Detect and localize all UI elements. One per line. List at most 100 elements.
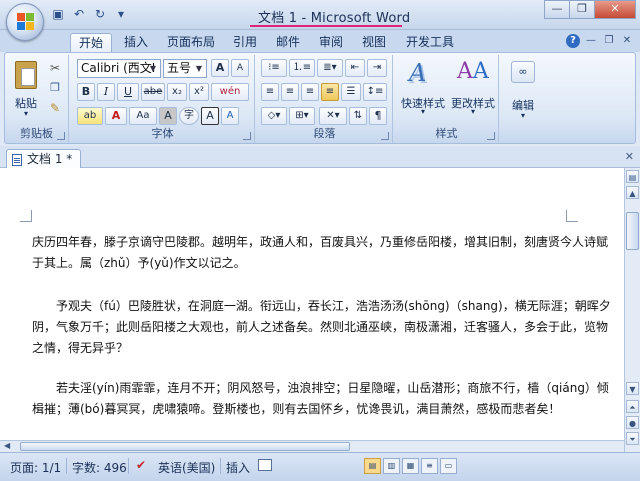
font-color-button[interactable]: A xyxy=(105,107,127,125)
scroll-up-icon[interactable]: ▲ xyxy=(626,186,639,199)
paragraph-launcher-icon[interactable] xyxy=(381,132,389,140)
minimize-button[interactable]: — xyxy=(544,0,570,19)
restore-button[interactable]: ❐ xyxy=(569,0,595,19)
underline-button[interactable]: U xyxy=(117,83,139,101)
full-screen-reading-view-icon[interactable]: ▥ xyxy=(383,458,400,474)
line-spacing-button[interactable]: ↕≡ xyxy=(363,83,387,101)
document-tab[interactable]: 文档 1 * xyxy=(6,149,82,168)
outline-view-icon[interactable]: ≡ xyxy=(421,458,438,474)
customize-icon[interactable]: ▾ xyxy=(113,6,129,22)
increase-indent-button[interactable]: ⇥ xyxy=(367,59,387,77)
tab-review[interactable]: 审阅 xyxy=(319,33,343,52)
align-center-button[interactable]: ≡ xyxy=(281,83,299,101)
paragraph-2[interactable]: 予观夫（fú）巴陵胜状，在洞庭一湖。衔远山，吞长江，浩浩汤汤(shōng)（sh… xyxy=(32,296,612,359)
insert-mode-indicator[interactable]: 插入 xyxy=(226,459,250,476)
tab-view[interactable]: 视图 xyxy=(362,33,386,52)
next-page-icon[interactable]: ⏷ xyxy=(626,432,639,445)
save-icon[interactable]: ▣ xyxy=(50,6,66,22)
tab-insert[interactable]: 插入 xyxy=(124,33,148,52)
styles-launcher-icon[interactable] xyxy=(487,132,495,140)
align-right-button[interactable]: ≡ xyxy=(301,83,319,101)
paragraph-1[interactable]: 庆历四年春，滕子京谪守巴陵郡。越明年，政通人和，百废具兴，乃重修岳阳楼，增其旧制… xyxy=(32,232,612,274)
quick-styles-button[interactable]: A 快速样式 ▾ xyxy=(399,57,447,119)
grow-font-button[interactable]: A xyxy=(211,59,229,77)
web-layout-view-icon[interactable]: ▦ xyxy=(402,458,419,474)
previous-page-icon[interactable]: ⏶ xyxy=(626,400,639,413)
tab-references[interactable]: 引用 xyxy=(233,33,257,52)
proofing-icon[interactable]: ✔ xyxy=(136,458,152,474)
ribbon-restore-icon[interactable]: ❐ xyxy=(602,34,616,48)
group-editing[interactable]: ∞ 编辑 ▾ xyxy=(501,55,545,143)
paragraph-3[interactable]: 若夫淫(yín)雨霏霏，连月不开；阴风怒号，浊浪排空；日星隐曜，山岳潜形；商旅不… xyxy=(32,378,612,420)
change-styles-button[interactable]: AA 更改样式 ▾ xyxy=(449,57,497,119)
close-button[interactable]: ✕ xyxy=(594,0,636,19)
group-clipboard: 粘贴 ▾ ✂ ❐ ✎ 剪贴板 xyxy=(5,55,69,143)
window-title: 文档 1 - Microsoft Word xyxy=(258,11,411,26)
page-count[interactable]: 页面: 1/1 xyxy=(10,459,61,476)
phonetic-guide-button[interactable]: wén xyxy=(211,83,249,101)
bold-button[interactable]: B xyxy=(77,83,95,101)
strikethrough-button[interactable]: abe xyxy=(141,83,165,101)
decrease-indent-button[interactable]: ⇤ xyxy=(345,59,365,77)
document-tab-strip: 文档 1 * ✕ xyxy=(0,146,640,168)
vertical-scrollbar[interactable]: ▤ ▲ ▼ ⏶ ● ⏷ xyxy=(624,168,640,452)
browse-object-icon[interactable]: ● xyxy=(626,416,639,429)
borders-button[interactable]: ⊞▾ xyxy=(289,107,315,125)
distributed-button[interactable]: ☰ xyxy=(341,83,361,101)
change-styles-icon: AA xyxy=(457,59,489,84)
ribbon-minimize-icon[interactable]: — xyxy=(584,34,598,48)
vertical-scroll-thumb[interactable] xyxy=(626,212,639,250)
show-marks-button[interactable]: ¶ xyxy=(369,107,387,125)
window-controls: — ❐ ✕ xyxy=(544,0,636,19)
horizontal-scroll-thumb[interactable] xyxy=(20,442,350,451)
document-page[interactable]: 庆历四年春，滕子京谪守巴陵郡。越明年，政通人和，百废具兴，乃重修岳阳楼，增其旧制… xyxy=(0,168,624,440)
office-button[interactable] xyxy=(6,3,44,41)
scroll-down-icon[interactable]: ▼ xyxy=(626,382,639,395)
numbering-button[interactable]: ⒈≡ xyxy=(289,59,315,77)
language-indicator[interactable]: 英语(美国) xyxy=(158,459,215,476)
bullets-button[interactable]: ⁝≡ xyxy=(261,59,287,77)
shading-button[interactable]: ◇▾ xyxy=(261,107,287,125)
font-size-value: 五号 xyxy=(167,61,192,75)
character-shading-button[interactable]: A xyxy=(159,107,177,125)
font-name-select[interactable]: Calibri (西文I ▼ xyxy=(77,59,161,78)
align-left-button[interactable]: ≡ xyxy=(261,83,279,101)
font-size-select[interactable]: 五号 ▼ xyxy=(163,59,207,78)
change-case-button[interactable]: Aa xyxy=(129,107,157,125)
sort-button[interactable]: ⇅ xyxy=(349,107,367,125)
word-count[interactable]: 字数: 496 xyxy=(72,459,127,476)
tab-mailings[interactable]: 邮件 xyxy=(276,33,300,52)
tab-page-layout[interactable]: 页面布局 xyxy=(167,33,215,52)
paste-button[interactable]: 粘贴 ▾ xyxy=(11,59,41,118)
scroll-left-icon[interactable]: ◀ xyxy=(4,441,10,450)
macro-record-icon[interactable] xyxy=(258,459,272,471)
font-launcher-icon[interactable] xyxy=(243,132,251,140)
margin-mark-top-left xyxy=(20,210,32,222)
clear-formatting-button[interactable]: A xyxy=(221,107,239,125)
enclose-characters-button[interactable]: 字 xyxy=(179,107,199,125)
help-icon[interactable]: ? xyxy=(566,34,580,48)
print-layout-view-icon[interactable]: ▤ xyxy=(364,458,381,474)
shrink-font-button[interactable]: A xyxy=(231,59,249,77)
undo-icon[interactable]: ↶ xyxy=(71,6,87,22)
cut-icon[interactable]: ✂ xyxy=(47,61,63,77)
draft-view-icon[interactable]: ▭ xyxy=(440,458,457,474)
ribbon-close-icon[interactable]: ✕ xyxy=(620,34,634,48)
highlight-button[interactable]: ab xyxy=(77,107,103,125)
justify-button[interactable]: ≡ xyxy=(321,83,339,101)
clipboard-launcher-icon[interactable] xyxy=(57,132,65,140)
multilevel-list-button[interactable]: ≣▾ xyxy=(317,59,343,77)
copy-icon[interactable]: ❐ xyxy=(47,81,63,97)
superscript-button[interactable]: x² xyxy=(189,83,209,101)
subscript-button[interactable]: x₂ xyxy=(167,83,187,101)
chinese-layout-button[interactable]: ✕▾ xyxy=(319,107,347,125)
ruler-toggle-icon[interactable]: ▤ xyxy=(626,170,639,183)
tab-home[interactable]: 开始 xyxy=(70,33,113,52)
close-document-icon[interactable]: ✕ xyxy=(625,150,634,163)
redo-icon[interactable]: ↻ xyxy=(92,6,108,22)
format-painter-icon[interactable]: ✎ xyxy=(47,101,63,117)
horizontal-scrollbar[interactable]: ◀ xyxy=(0,440,624,452)
italic-button[interactable]: I xyxy=(97,83,115,101)
character-border-button[interactable]: A xyxy=(201,107,219,125)
tab-developer[interactable]: 开发工具 xyxy=(406,33,454,52)
